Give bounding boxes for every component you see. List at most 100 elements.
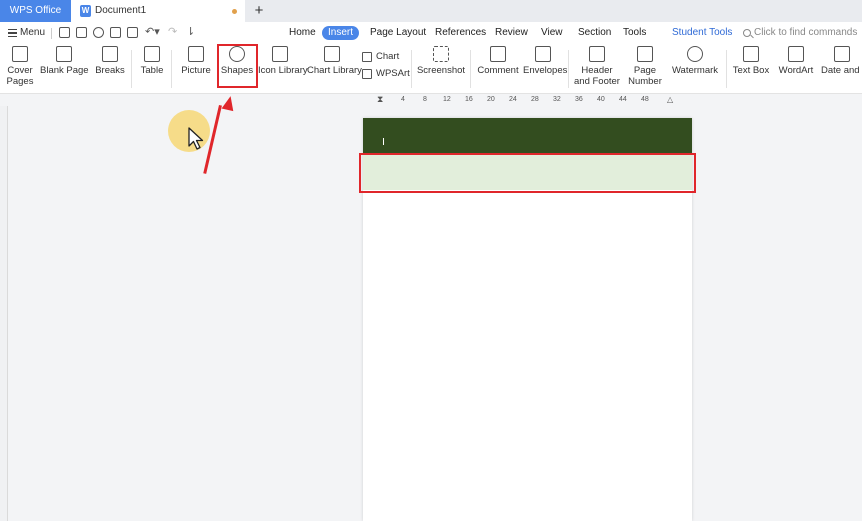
- print-preview-icon[interactable]: [127, 27, 138, 38]
- header-footer-icon: [589, 46, 605, 62]
- ribbon-divider: [568, 50, 569, 88]
- document-tab-label: Document1: [95, 5, 147, 16]
- band-highlight-box: [359, 153, 696, 193]
- watermark-icon: [687, 46, 703, 62]
- command-search[interactable]: Click to find commands: [743, 26, 857, 40]
- picture-icon: [188, 46, 204, 62]
- envelopes-button[interactable]: Envelopes: [523, 46, 567, 76]
- tab-references[interactable]: References: [435, 26, 486, 40]
- table-icon: [144, 46, 160, 62]
- wordart-label: WordArt: [778, 65, 814, 76]
- ruler-tick: 20: [487, 96, 495, 103]
- undo-icon[interactable]: ↶▾: [145, 25, 160, 38]
- unsaved-dot-icon: [232, 9, 237, 14]
- ruler-tick: 12: [443, 96, 451, 103]
- wordart-button[interactable]: WordArt: [776, 46, 816, 76]
- ruler-tick: 32: [553, 96, 561, 103]
- chart-library-label: Chart Library: [307, 65, 362, 76]
- tab-section[interactable]: Section: [578, 26, 611, 40]
- page-number-button[interactable]: Page Number: [625, 46, 665, 87]
- wps-office-tab[interactable]: WPS Office: [0, 0, 71, 22]
- header-footer-button[interactable]: Header and Footer: [573, 46, 621, 87]
- wpsart-label: WPSArt: [376, 68, 410, 79]
- document-tab[interactable]: W Document1: [71, 0, 245, 22]
- date-time-button[interactable]: Date and Ti: [821, 46, 862, 76]
- insert-ribbon: Cover Pages Blank Page Breaks Table Pict…: [0, 44, 862, 94]
- title-bar: WPS Office W Document1 +: [0, 0, 862, 22]
- horizontal-ruler: ⧗ 4 8 12 16 20 24 28 32 36 40 44 48 △: [377, 94, 687, 106]
- ribbon-divider: [411, 50, 412, 88]
- bar-chart-icon: [362, 52, 372, 62]
- ribbon-divider: [131, 50, 132, 88]
- menu-button[interactable]: Menu: [6, 26, 45, 40]
- cover-pages-button[interactable]: Cover Pages: [6, 46, 34, 87]
- text-cursor: [383, 138, 384, 145]
- date-time-label: Date and Ti: [821, 65, 862, 76]
- tab-home[interactable]: Home: [289, 26, 316, 40]
- menu-label: Menu: [20, 27, 46, 38]
- ruler-tick: 36: [575, 96, 583, 103]
- export-pdf-icon[interactable]: [93, 27, 104, 38]
- tab-tools[interactable]: Tools: [623, 26, 646, 40]
- ruler-tick: 8: [423, 96, 427, 103]
- ruler-tick: 40: [597, 96, 605, 103]
- comment-icon: [490, 46, 506, 62]
- tab-insert[interactable]: Insert: [322, 26, 359, 40]
- ruler-tick: 28: [531, 96, 539, 103]
- chart-button[interactable]: Chart: [362, 51, 399, 63]
- watermark-label: Watermark: [671, 65, 719, 76]
- chart-library-button[interactable]: Chart Library: [307, 46, 362, 76]
- indent-marker-icon[interactable]: ⧗: [377, 94, 383, 105]
- mouse-pointer-icon: [188, 127, 204, 150]
- new-tab-button[interactable]: +: [250, 0, 268, 22]
- screenshot-button[interactable]: Screenshot: [416, 46, 466, 76]
- word-doc-icon: W: [80, 5, 91, 17]
- header-footer-label: Header and Footer: [574, 65, 620, 87]
- command-search-placeholder: Click to find commands: [754, 27, 858, 38]
- save-icon[interactable]: [76, 27, 87, 38]
- wordart-icon: [788, 46, 804, 62]
- envelopes-label: Envelopes: [523, 65, 568, 76]
- breaks-label: Breaks: [95, 65, 125, 76]
- cover-pages-label: Cover Pages: [6, 65, 34, 87]
- open-folder-icon[interactable]: [59, 27, 70, 38]
- ribbon-divider: [726, 50, 727, 88]
- customize-chevron-icon[interactable]: ⇂: [186, 25, 195, 38]
- text-box-button[interactable]: Text Box: [732, 46, 770, 76]
- calendar-icon: [833, 46, 850, 62]
- table-button[interactable]: Table: [138, 46, 166, 76]
- tab-page-layout[interactable]: Page Layout: [370, 26, 426, 40]
- hamburger-icon: [8, 29, 17, 37]
- page-number-label: Page Number: [628, 65, 662, 87]
- comment-button[interactable]: Comment: [477, 46, 519, 76]
- menu-bar: Menu ↶▾ ↷ ⇂ Home Insert Page Layout Refe…: [0, 22, 862, 44]
- watermark-button[interactable]: Watermark: [670, 46, 720, 76]
- wpsart-button[interactable]: WPSArt: [362, 68, 410, 80]
- tab-view[interactable]: View: [541, 26, 563, 40]
- breaks-icon: [102, 46, 118, 62]
- shapes-highlight-box: [217, 44, 258, 88]
- ruler-tick: 16: [465, 96, 473, 103]
- picture-label: Picture: [181, 65, 211, 76]
- right-indent-marker-icon[interactable]: △: [667, 95, 673, 104]
- icon-library-button[interactable]: Icon Library: [258, 46, 308, 76]
- redo-icon[interactable]: ↷: [168, 25, 177, 38]
- wpsart-icon: [362, 69, 372, 79]
- ruler-tick: 48: [641, 96, 649, 103]
- dark-green-header-shape[interactable]: [363, 118, 692, 154]
- cover-page-icon: [12, 46, 28, 62]
- breaks-button[interactable]: Breaks: [94, 46, 126, 76]
- picture-button[interactable]: Picture: [178, 46, 214, 76]
- print-icon[interactable]: [110, 27, 121, 38]
- chart-label: Chart: [376, 51, 400, 62]
- table-label: Table: [140, 65, 164, 76]
- text-box-icon: [743, 46, 759, 62]
- tab-student-tools[interactable]: Student Tools: [672, 26, 732, 40]
- ruler-tick: 4: [401, 96, 405, 103]
- quick-access-divider: [51, 28, 52, 39]
- icon-library-label: Icon Library: [258, 65, 308, 76]
- blank-page-icon: [56, 46, 72, 62]
- tab-review[interactable]: Review: [495, 26, 528, 40]
- ruler-tick: 44: [619, 96, 627, 103]
- blank-page-button[interactable]: Blank Page: [40, 46, 89, 76]
